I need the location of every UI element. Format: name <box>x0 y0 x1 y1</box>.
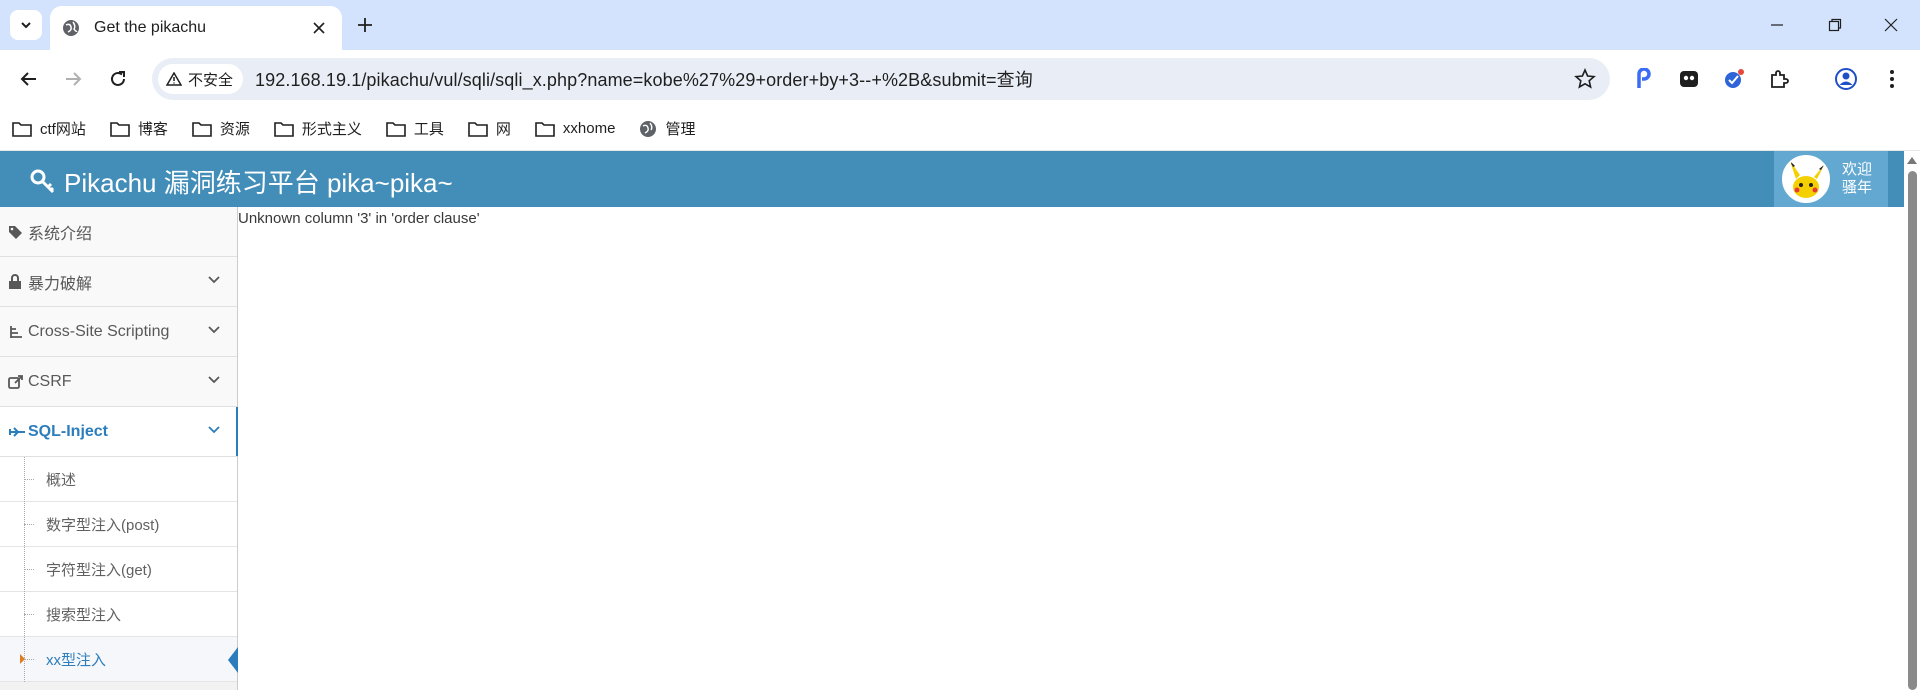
folder-icon <box>110 121 130 137</box>
chevron-down-icon <box>21 22 31 29</box>
url-text[interactable]: 192.168.19.1/pikachu/vul/sqli/sqli_x.php… <box>255 66 1033 92</box>
folder-icon <box>12 121 32 137</box>
chevron-down-icon <box>208 326 220 334</box>
security-label: 不安全 <box>188 71 234 89</box>
submenu-item-overview[interactable]: 概述 <box>0 457 237 502</box>
chevron-down-icon <box>208 426 220 434</box>
bookmark-folder-tools[interactable]: 工具 <box>386 118 444 139</box>
new-tab-button[interactable] <box>352 12 378 38</box>
active-indicator <box>228 647 238 673</box>
user-menu[interactable]: 欢迎 骚年 <box>1774 151 1888 207</box>
extensions-puzzle-icon[interactable] <box>1765 65 1793 93</box>
submenu-item-string-get[interactable]: 字符型注入(get) <box>0 547 237 592</box>
extension-p-icon[interactable] <box>1630 65 1658 93</box>
sidebar: 系统介绍 暴力破解 Cross-Site Scripting CSRF SQL-… <box>0 207 238 690</box>
tab-search-button[interactable] <box>10 10 42 40</box>
folder-icon <box>468 121 488 137</box>
main-content: Unknown column '3' in 'order clause' <box>238 207 1900 227</box>
tags-icon <box>8 225 28 239</box>
lock-icon <box>8 273 28 290</box>
tab-strip: Get the pikachu <box>0 0 1920 50</box>
submenu-item-search[interactable]: 搜索型注入 <box>0 592 237 637</box>
bookmark-folder-resources[interactable]: 资源 <box>192 118 250 139</box>
submenu-item-numeric-post[interactable]: 数字型注入(post) <box>0 502 237 547</box>
site-brand[interactable]: Pikachu 漏洞练习平台 pika~pika~ <box>30 163 453 200</box>
active-tab[interactable]: Get the pikachu <box>50 6 342 50</box>
bookmark-folder-formalism[interactable]: 形式主义 <box>274 118 362 139</box>
submenu-item-xx[interactable]: xx型注入 <box>0 637 238 682</box>
arrow-left-icon <box>20 72 36 86</box>
scrollbar-thumb[interactable] <box>1908 171 1917 690</box>
bookmark-folder-xxhome[interactable]: xxhome <box>535 120 615 137</box>
restore-button[interactable] <box>1806 0 1864 50</box>
sidebar-item-csrf[interactable]: CSRF <box>0 357 237 407</box>
bookmarks-bar: ctf网站 博客 资源 形式主义 工具 网 xxhome 管理 <box>0 107 1920 151</box>
extension-game-icon[interactable] <box>1675 65 1703 93</box>
close-icon <box>1884 18 1898 32</box>
reload-button[interactable] <box>103 64 133 94</box>
chevron-down-icon <box>208 376 220 384</box>
sql-inject-submenu: 概述 数字型注入(post) 字符型注入(get) 搜索型注入 xx型注入 <box>0 457 238 682</box>
arrow-right-icon <box>66 72 82 86</box>
security-chip[interactable]: 不安全 <box>158 64 244 94</box>
reload-icon <box>111 71 125 86</box>
bookmark-star-icon[interactable] <box>1574 68 1596 90</box>
sidebar-item-xss[interactable]: Cross-Site Scripting <box>0 307 237 357</box>
warning-icon <box>166 72 182 86</box>
address-bar[interactable]: 不安全 192.168.19.1/pikachu/vul/sqli/sqli_x… <box>152 58 1610 100</box>
minimize-icon <box>1771 24 1783 26</box>
scroll-up-arrow-icon[interactable] <box>1907 157 1917 164</box>
pikachu-avatar-icon <box>1790 161 1824 198</box>
share-icon <box>8 374 28 389</box>
globe-icon <box>640 120 657 137</box>
back-button[interactable] <box>14 64 44 94</box>
folder-icon <box>386 121 406 137</box>
web-page: Pikachu 漏洞练习平台 pika~pika~ 欢迎 骚年 系统介绍 暴力破… <box>0 151 1920 690</box>
close-window-button[interactable] <box>1862 0 1920 50</box>
caret-right-icon <box>20 654 25 664</box>
bookmark-folder-ctf[interactable]: ctf网站 <box>12 118 86 139</box>
minimize-button[interactable] <box>1748 0 1806 50</box>
plus-icon <box>358 18 372 32</box>
sidebar-item-bruteforce[interactable]: 暴力破解 <box>0 257 237 307</box>
key-icon <box>30 169 55 193</box>
sidebar-item-sql-inject[interactable]: SQL-Inject <box>0 407 238 457</box>
menu-kebab-icon[interactable] <box>1878 65 1906 93</box>
restore-icon <box>1828 18 1842 32</box>
page-scrollbar[interactable] <box>1904 151 1920 690</box>
folder-icon <box>274 121 294 137</box>
avatar <box>1782 155 1830 203</box>
fighter-jet-icon <box>8 426 28 438</box>
bookmark-manage[interactable]: 管理 <box>639 118 695 139</box>
chevron-down-icon <box>208 276 220 284</box>
error-message: Unknown column '3' in 'order clause' <box>238 210 480 227</box>
folder-icon <box>192 121 212 137</box>
site-navbar: Pikachu 漏洞练习平台 pika~pika~ 欢迎 骚年 <box>0 151 1920 207</box>
folder-icon <box>535 121 555 137</box>
tab-title: Get the pikachu <box>94 19 207 36</box>
sidebar-item-intro[interactable]: 系统介绍 <box>0 207 237 257</box>
forward-button[interactable] <box>58 64 88 94</box>
site-title: Pikachu 漏洞练习平台 pika~pika~ <box>64 168 453 198</box>
extension-bird-icon[interactable] <box>1720 65 1748 93</box>
profile-icon[interactable] <box>1832 65 1860 93</box>
bookmark-folder-net[interactable]: 网 <box>468 118 511 139</box>
globe-icon <box>63 20 79 36</box>
sitemap-icon <box>8 325 28 339</box>
close-tab-icon[interactable] <box>308 17 330 39</box>
bookmark-folder-blog[interactable]: 博客 <box>110 118 168 139</box>
welcome-text: 欢迎 骚年 <box>1842 161 1873 196</box>
